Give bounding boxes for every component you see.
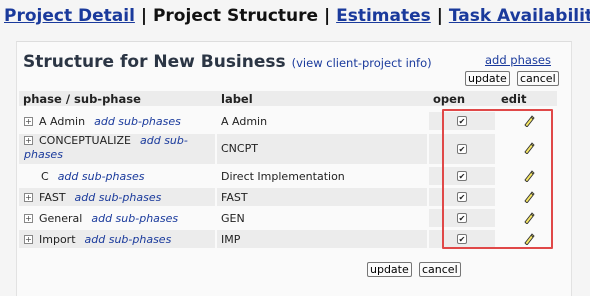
phase-name: CONCEPTUALIZE — [39, 134, 131, 147]
phase-name: Import — [39, 233, 76, 246]
structure-panel: Structure for New Business (view client-p… — [16, 41, 572, 296]
update-button-bottom[interactable]: update — [367, 262, 412, 277]
phase-label: CNCPT — [221, 142, 258, 155]
table-header: phase / sub-phase label open edit — [19, 91, 557, 106]
expand-icon[interactable]: + — [24, 135, 33, 145]
open-checkbox[interactable]: ✔ — [457, 192, 467, 202]
view-client-project-info-link[interactable]: (view client-project info) — [292, 56, 432, 70]
label-cell: CNCPT — [217, 134, 427, 164]
table-row: + FAST add sub-phases FAST ✔ — [19, 188, 557, 207]
open-cell: ✔ — [429, 230, 495, 248]
table-row: + A Admin add sub-phases A Admin ✔ — [19, 112, 557, 131]
phase-cell: + CONCEPTUALIZE add sub-phases — [19, 134, 215, 164]
open-cell: ✔ — [429, 167, 495, 185]
open-checkbox[interactable]: ✔ — [457, 234, 467, 244]
phase-label: FAST — [221, 191, 248, 204]
edit-cell — [497, 167, 557, 185]
open-checkbox[interactable]: ✔ — [457, 171, 467, 181]
expand-icon[interactable]: + — [24, 116, 33, 126]
pencil-icon[interactable] — [523, 115, 535, 128]
phase-label: Direct Implementation — [221, 170, 345, 183]
add-sub-phases-link[interactable]: add sub-phases — [85, 233, 172, 246]
open-checkbox[interactable]: ✔ — [457, 144, 467, 154]
add-phases-link[interactable]: add phases — [485, 53, 551, 67]
table-row: + CONCEPTUALIZE add sub-phases CNCPT ✔ — [19, 134, 557, 165]
expand-icon[interactable]: + — [24, 234, 33, 244]
phase-name: General — [39, 212, 83, 225]
nav-estimates[interactable]: Estimates — [336, 6, 431, 26]
edit-cell — [497, 188, 557, 206]
phase-label: A Admin — [221, 115, 268, 128]
label-cell: GEN — [217, 209, 427, 227]
open-checkbox[interactable]: ✔ — [457, 116, 467, 126]
edit-cell — [497, 230, 557, 248]
header-edit: edit — [501, 92, 527, 106]
pencil-icon[interactable] — [523, 191, 535, 204]
label-cell: A Admin — [217, 112, 427, 130]
phase-name: C — [41, 170, 49, 183]
pencil-icon[interactable] — [523, 233, 535, 246]
phase-cell: + Import add sub-phases — [19, 230, 215, 248]
label-cell: IMP — [217, 230, 427, 248]
phase-name: A Admin — [39, 115, 86, 128]
pencil-icon[interactable] — [523, 212, 535, 225]
phase-label: GEN — [221, 212, 245, 225]
top-nav: Project Detail | Project Structure | Est… — [4, 5, 590, 27]
header-open: open — [433, 92, 466, 106]
table-row: Cadd sub-phases Direct Implementation ✔ — [19, 167, 557, 186]
add-sub-phases-link[interactable]: add sub-phases — [75, 191, 162, 204]
nav-task-availability[interactable]: Task Availability — [449, 6, 590, 26]
phase-cell: + FAST add sub-phases — [19, 188, 215, 206]
add-sub-phases-link[interactable]: add sub-phases — [91, 212, 178, 225]
phase-label: IMP — [221, 233, 241, 246]
open-checkbox[interactable]: ✔ — [457, 213, 467, 223]
expand-icon[interactable]: + — [24, 213, 33, 223]
phase-cell: + A Admin add sub-phases — [19, 112, 215, 130]
pencil-icon[interactable] — [523, 170, 535, 183]
open-cell: ✔ — [429, 188, 495, 206]
nav-project-detail[interactable]: Project Detail — [4, 6, 135, 26]
phase-cell: + General add sub-phases — [19, 209, 215, 227]
edit-cell — [497, 134, 557, 164]
page-title-text: Structure for New Business — [23, 52, 286, 72]
open-cell: ✔ — [429, 209, 495, 227]
label-cell: FAST — [217, 188, 427, 206]
open-cell: ✔ — [429, 112, 495, 130]
add-sub-phases-link[interactable]: add sub-phases — [94, 115, 181, 128]
nav-separator: | — [140, 6, 148, 26]
pencil-icon[interactable] — [523, 142, 535, 155]
cancel-button-top[interactable]: cancel — [517, 71, 559, 86]
page-title: Structure for New Business (view client-p… — [23, 52, 432, 72]
table-row: + Import add sub-phases IMP ✔ — [19, 230, 557, 249]
add-sub-phases-link[interactable]: add sub-phases — [58, 170, 145, 183]
header-phase: phase / sub-phase — [23, 92, 141, 106]
phase-cell: Cadd sub-phases — [19, 167, 215, 185]
expand-icon[interactable]: + — [24, 192, 33, 202]
edit-cell — [497, 209, 557, 227]
cancel-button-bottom[interactable]: cancel — [419, 262, 461, 277]
phase-name: FAST — [39, 191, 66, 204]
label-cell: Direct Implementation — [217, 167, 427, 185]
open-cell: ✔ — [429, 134, 495, 164]
nav-separator: | — [436, 6, 443, 26]
table-row: + General add sub-phases GEN ✔ — [19, 209, 557, 228]
nav-separator: | — [323, 6, 331, 26]
header-label: label — [221, 92, 253, 106]
nav-project-structure: Project Structure — [152, 6, 319, 26]
edit-cell — [497, 112, 557, 130]
update-button-top[interactable]: update — [465, 71, 510, 86]
